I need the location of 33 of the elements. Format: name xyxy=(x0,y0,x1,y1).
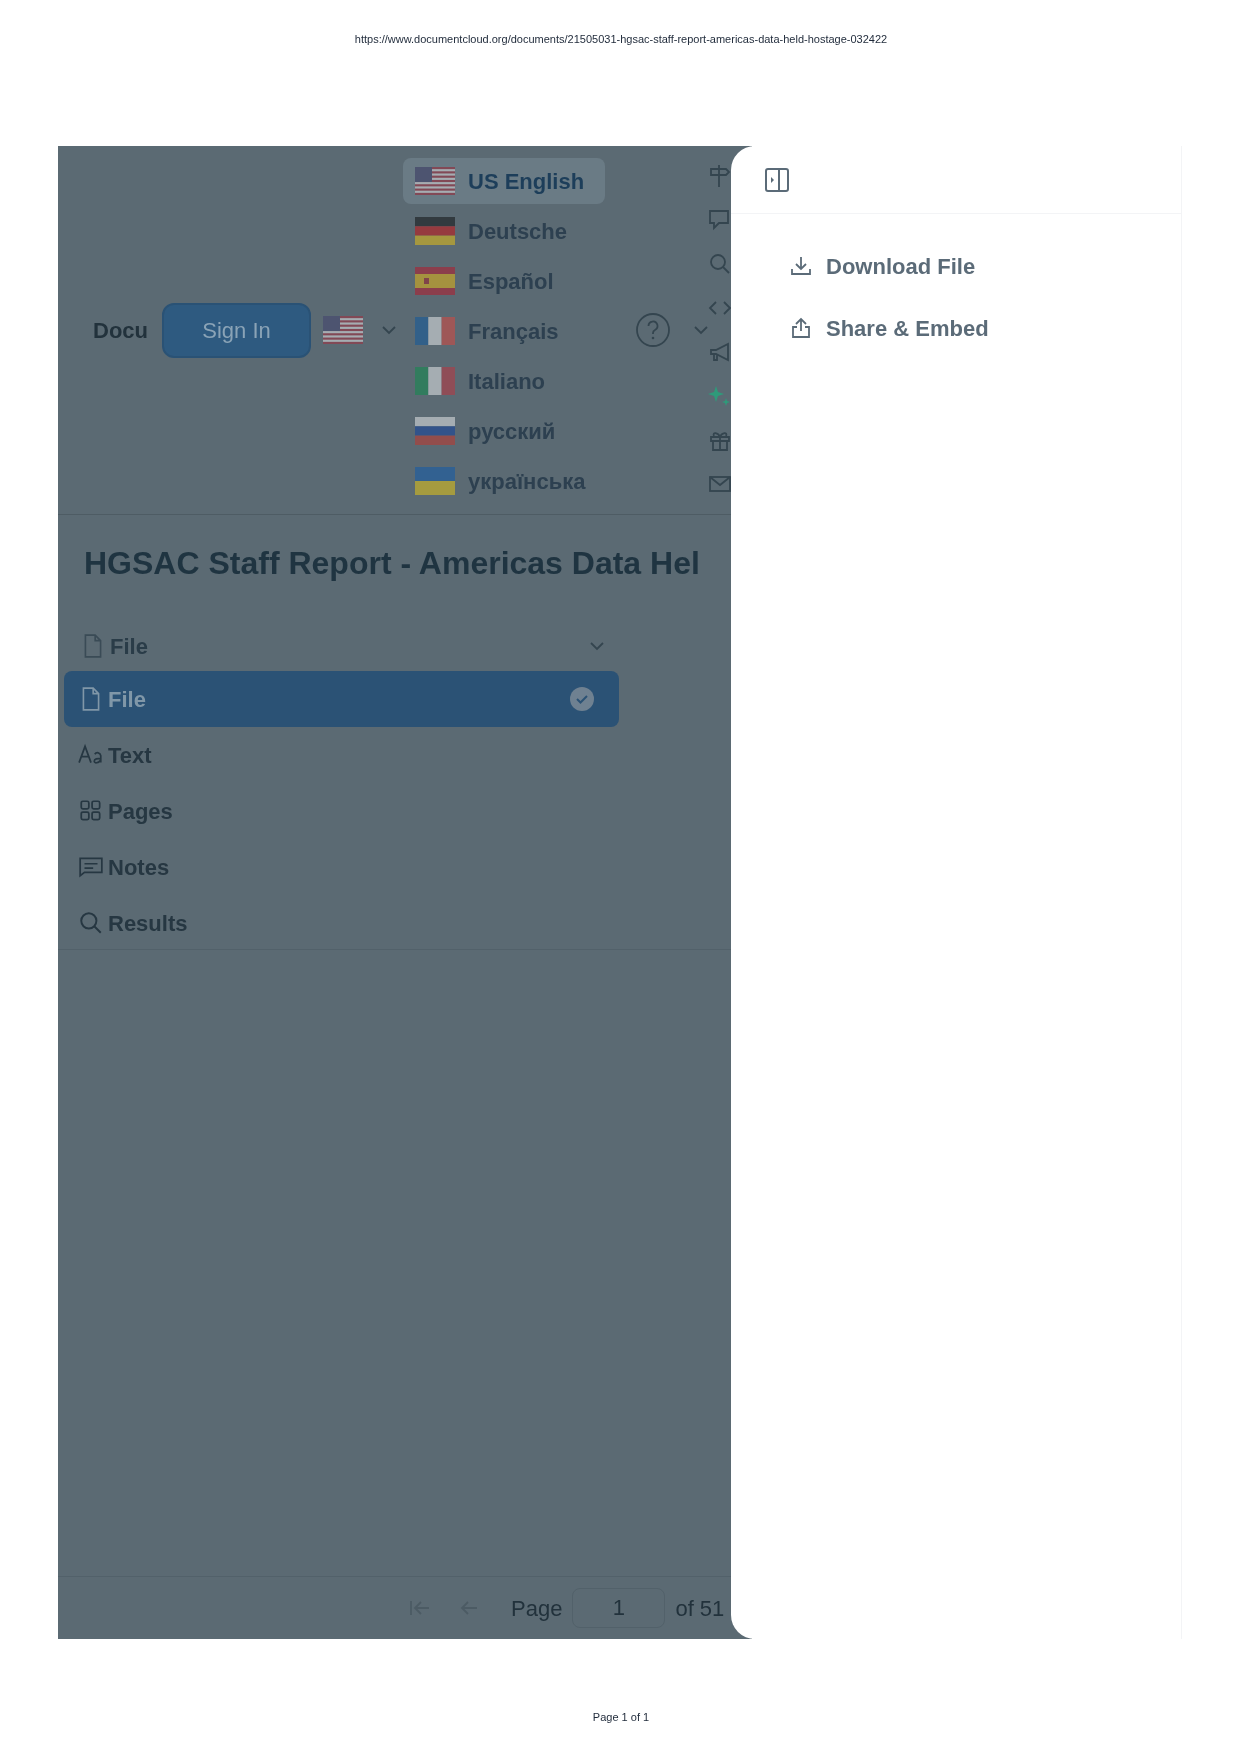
flag-icon xyxy=(415,167,455,195)
page-url: https://www.documentcloud.org/documents/21505031-hgsac-staff-report-americas-data-held-hostage-032422 xyxy=(354,32,888,47)
page-label: Page xyxy=(511,1594,563,1623)
search-icon xyxy=(78,910,104,936)
chevron-icon xyxy=(589,641,605,651)
panel-action[interactable]: Share & Embed xyxy=(777,304,1037,352)
megaphone-icon[interactable] xyxy=(708,340,732,364)
brand-text: Docu xyxy=(93,316,148,345)
note-icon xyxy=(78,854,104,880)
sparkle-icon[interactable] xyxy=(708,384,732,408)
check-icon xyxy=(569,686,595,712)
collapse-panel-icon[interactable] xyxy=(764,166,790,193)
page-input[interactable]: 1 xyxy=(572,1588,666,1628)
page-footer: Page 1 of 1 xyxy=(592,1709,650,1725)
download-icon xyxy=(789,254,813,278)
view-option[interactable]: File xyxy=(64,671,619,727)
signpost-icon[interactable] xyxy=(708,164,732,188)
flag-icon xyxy=(415,317,455,345)
chat-bubble-icon[interactable] xyxy=(708,208,732,232)
sign-in-button[interactable]: Sign In xyxy=(162,302,311,358)
page-count: of 51 xyxy=(675,1594,725,1623)
flag-icon xyxy=(415,417,455,445)
flag-icon xyxy=(415,467,455,495)
language-option[interactable]: US English xyxy=(403,158,605,204)
flag-icon xyxy=(415,367,455,395)
document-title: HGSAC Staff Report - Americas Data Hel xyxy=(83,544,701,583)
flag-icon xyxy=(415,217,455,245)
panel-action[interactable]: Download File xyxy=(777,242,1037,290)
grid-icon xyxy=(78,798,104,824)
share-icon xyxy=(789,316,813,340)
search-icon[interactable] xyxy=(708,252,732,276)
flag-icon xyxy=(323,316,363,344)
flag-icon xyxy=(415,267,455,295)
